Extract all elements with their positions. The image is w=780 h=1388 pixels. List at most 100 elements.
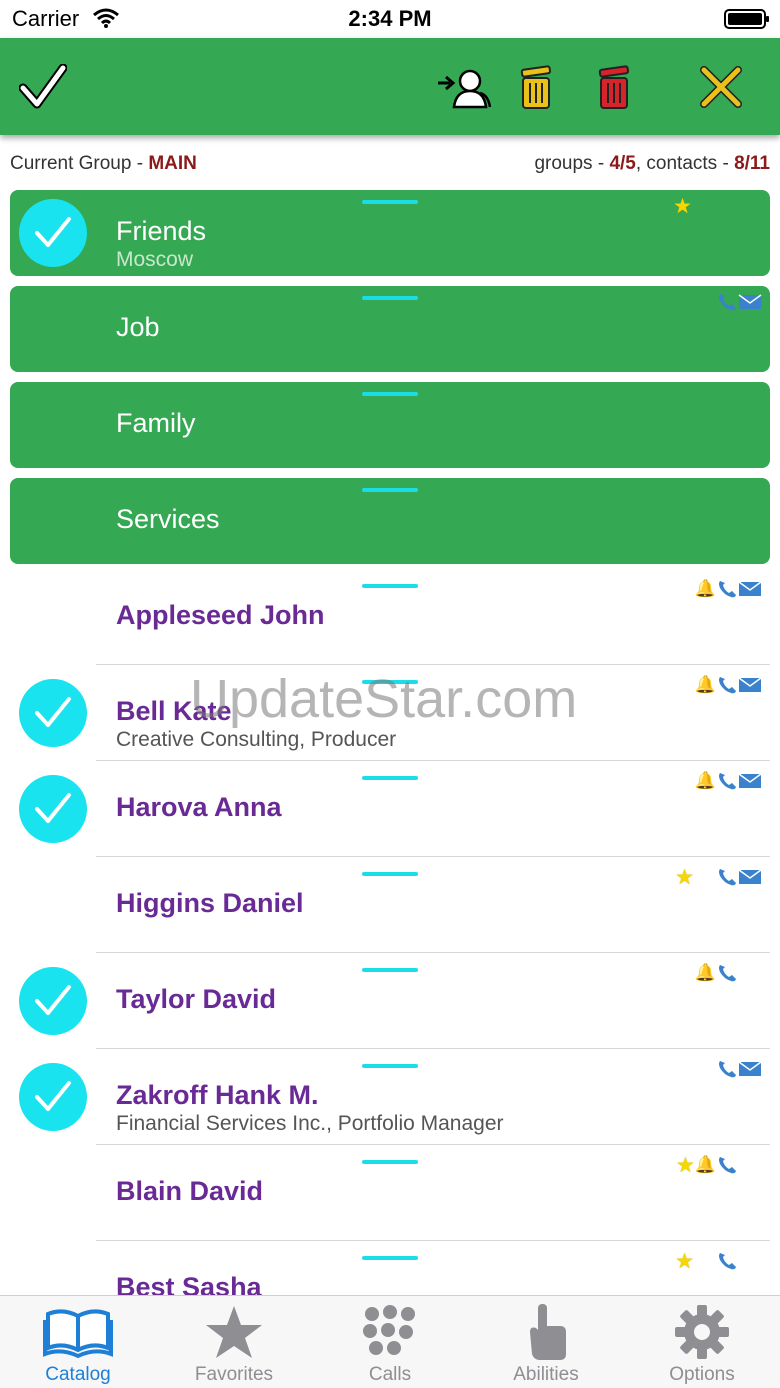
tab-favorites[interactable]: Favorites [156, 1296, 312, 1388]
phone-icon [719, 1253, 736, 1270]
delete-button[interactable] [594, 62, 634, 112]
hand-pointer-icon [530, 1304, 566, 1360]
tab-label: Catalog [45, 1364, 111, 1385]
contact-row-taylor-david[interactable]: Taylor David 🔔 [0, 952, 780, 1049]
groups-count: 4/5 [609, 153, 636, 174]
badges: 🔔 [695, 674, 762, 696]
tab-bar: Catalog Favorites Calls Abilities Option… [0, 1295, 780, 1388]
contacts-count: 8/11 [734, 153, 770, 174]
book-icon [43, 1309, 113, 1358]
drag-handle[interactable] [362, 776, 418, 780]
checkmark-icon [19, 64, 67, 109]
move-to-group-icon [438, 69, 492, 109]
tab-options[interactable]: Options [624, 1296, 780, 1388]
cancel-button[interactable] [696, 62, 746, 112]
contact-name: Taylor David [116, 984, 277, 1014]
mail-icon [738, 294, 762, 309]
status-bar: Carrier 2:34 PM [0, 0, 780, 38]
badges [716, 291, 762, 313]
selected-check-icon[interactable] [19, 679, 87, 747]
drag-handle[interactable] [362, 584, 418, 588]
phone-icon [719, 1157, 736, 1174]
tab-label: Favorites [194, 1364, 274, 1385]
tab-label: Options [669, 1364, 735, 1385]
group-title: Services [116, 504, 220, 534]
close-icon [700, 66, 742, 108]
gear-icon [675, 1305, 729, 1359]
drag-handle[interactable] [362, 968, 418, 972]
badges: ★ 🔔 [676, 1154, 738, 1177]
group-row-friends[interactable]: Friends Moscow ★ [10, 190, 770, 276]
birthday-icon: 🔔 [694, 1155, 716, 1174]
mail-icon [738, 869, 762, 884]
toolbar [0, 38, 780, 135]
star-icon: ★ [675, 1249, 694, 1273]
battery-icon [724, 9, 769, 29]
contact-row-best-sasha[interactable]: Best Sasha ★ [0, 1240, 780, 1295]
group-subtitle: Moscow [116, 248, 194, 271]
contact-row-harova-anna[interactable]: Harova Anna 🔔 [0, 760, 780, 857]
clear-button[interactable] [516, 62, 556, 112]
birthday-icon: 🔔 [694, 771, 716, 790]
contact-subtitle: Financial Services Inc., Portfolio Manag… [116, 1112, 504, 1135]
selected-check-icon[interactable] [19, 775, 87, 843]
phone-icon [719, 773, 736, 790]
birthday-icon: 🔔 [694, 963, 716, 982]
counts-info: groups - 4/5, contacts - 8/11 [534, 153, 770, 175]
move-to-group-button[interactable] [436, 64, 492, 112]
groups-label: groups - [534, 153, 610, 174]
group-row-services[interactable]: Services [10, 478, 770, 564]
contact-row-higgins-daniel[interactable]: Higgins Daniel ★ [0, 856, 780, 953]
selected-check-icon[interactable] [19, 199, 87, 267]
phone-icon [719, 965, 736, 982]
phone-icon [719, 1061, 736, 1078]
phone-icon [719, 294, 736, 311]
mail-icon [738, 1061, 762, 1076]
badges [716, 1058, 762, 1080]
drag-handle[interactable] [362, 1160, 418, 1164]
current-group-label: Current Group - [10, 153, 149, 174]
contacts-label: , contacts - [635, 153, 735, 174]
contact-row-zakroff-hank[interactable]: Zakroff Hank M. Financial Services Inc.,… [0, 1048, 780, 1145]
star-icon [206, 1306, 262, 1358]
drag-handle[interactable] [362, 1256, 418, 1260]
phone-icon [719, 869, 736, 886]
group-row-family[interactable]: Family [10, 382, 770, 468]
confirm-button[interactable] [18, 62, 68, 112]
contact-name: Blain David [116, 1176, 264, 1206]
contact-row-appleseed-john[interactable]: Appleseed John 🔔 [0, 568, 780, 665]
drag-handle[interactable] [362, 488, 418, 492]
tab-catalog[interactable]: Catalog [0, 1296, 156, 1388]
badges: ★ [675, 866, 762, 889]
info-bar: Current Group - MAIN groups - 4/5, conta… [10, 153, 770, 179]
badges: 🔔 [695, 770, 762, 792]
red-trash-icon [598, 65, 630, 109]
tab-calls[interactable]: Calls [312, 1296, 468, 1388]
selected-check-icon[interactable] [19, 1063, 87, 1131]
drag-handle[interactable] [362, 1064, 418, 1068]
drag-handle[interactable] [362, 200, 418, 204]
birthday-icon: 🔔 [694, 579, 716, 598]
group-title: Friends [116, 216, 207, 246]
contact-name: Zakroff Hank M. [116, 1080, 319, 1110]
contact-row-blain-david[interactable]: Blain David ★ 🔔 [0, 1144, 780, 1241]
badges: ★ [673, 194, 692, 218]
contact-name: Best Sasha [116, 1272, 262, 1295]
contact-name: Higgins Daniel [116, 888, 304, 918]
drag-handle[interactable] [362, 392, 418, 396]
clock: 2:34 PM [348, 6, 432, 31]
group-row-job[interactable]: Job [10, 286, 770, 372]
mail-icon [738, 677, 762, 692]
current-group-info: Current Group - MAIN [10, 153, 197, 175]
contact-subtitle: Creative Consulting, Producer [116, 728, 397, 751]
group-title: Family [116, 408, 196, 438]
contact-name: Harova Anna [116, 792, 282, 822]
yellow-trash-icon [520, 65, 552, 109]
tab-abilities[interactable]: Abilities [468, 1296, 624, 1388]
watermark: UpdateStar.com [190, 669, 578, 729]
drag-handle[interactable] [362, 872, 418, 876]
selected-check-icon[interactable] [19, 967, 87, 1035]
current-group-value: MAIN [148, 153, 197, 174]
drag-handle[interactable] [362, 296, 418, 300]
star-icon: ★ [673, 194, 692, 218]
